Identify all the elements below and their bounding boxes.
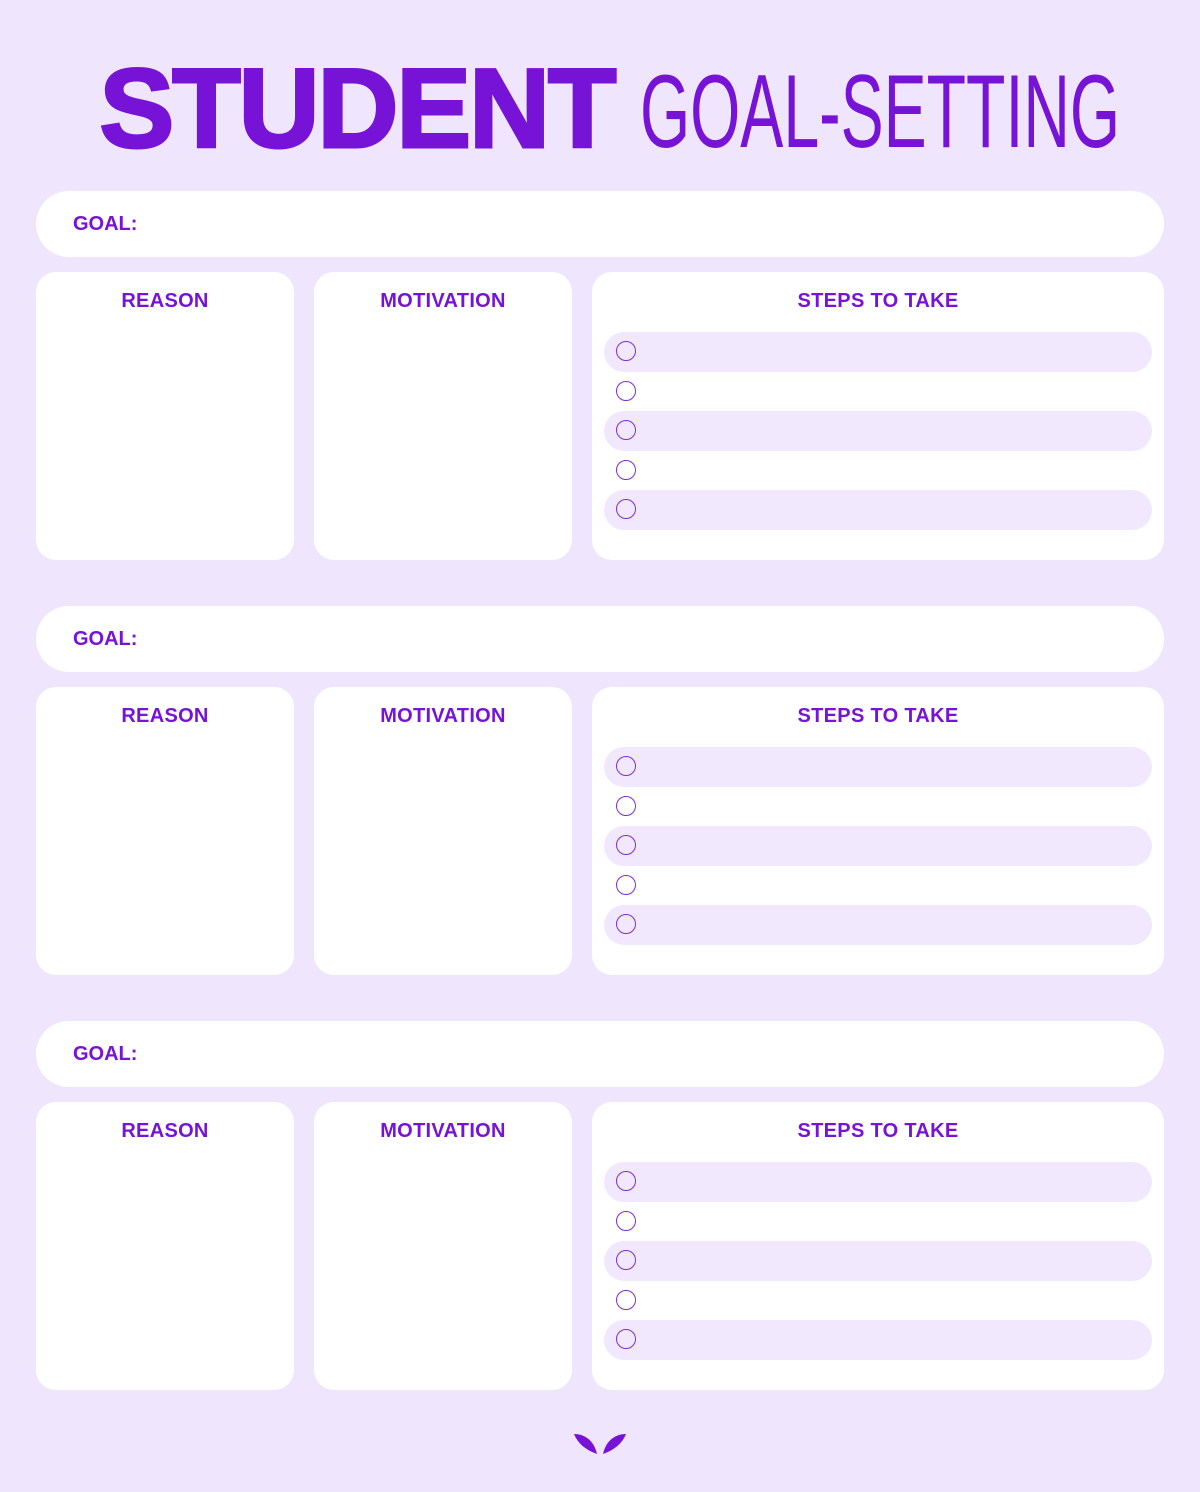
step-checkbox[interactable] [616, 795, 636, 816]
step-row[interactable] [604, 1202, 1152, 1242]
steps-box: STEPS TO TAKE [592, 687, 1164, 975]
steps-box: STEPS TO TAKE [592, 272, 1164, 560]
reason-heading: REASON [121, 290, 209, 312]
step-checkbox[interactable] [616, 835, 636, 855]
goal-label: GOAL: [73, 213, 138, 235]
step-checkbox[interactable] [616, 420, 636, 440]
motivation-heading: MOTIVATION [380, 705, 506, 727]
step-row[interactable] [604, 490, 1152, 530]
steps-list [604, 332, 1152, 530]
step-row[interactable] [604, 1320, 1152, 1360]
step-checkbox[interactable] [616, 380, 636, 401]
goal-field[interactable]: GOAL: [36, 191, 1164, 257]
reason-heading: REASON [121, 705, 209, 727]
steps-heading: STEPS TO TAKE [797, 1120, 959, 1142]
motivation-box[interactable]: MOTIVATION [314, 687, 572, 975]
step-row[interactable] [604, 451, 1152, 491]
reason-heading: REASON [121, 1120, 209, 1142]
step-checkbox[interactable] [616, 914, 636, 934]
step-checkbox[interactable] [616, 341, 636, 361]
step-row[interactable] [604, 1281, 1152, 1321]
step-row[interactable] [604, 747, 1152, 787]
step-checkbox[interactable] [616, 499, 636, 519]
leaf-logo-icon [574, 1434, 626, 1454]
motivation-box[interactable]: MOTIVATION [314, 272, 572, 560]
motivation-box[interactable]: MOTIVATION [314, 1102, 572, 1390]
goal-label: GOAL: [73, 628, 138, 650]
step-checkbox[interactable] [616, 874, 636, 895]
reason-box[interactable]: REASON [36, 1102, 294, 1390]
step-checkbox[interactable] [616, 1210, 636, 1231]
goal-label: GOAL: [73, 1043, 138, 1065]
step-row[interactable] [604, 866, 1152, 906]
step-row[interactable] [604, 411, 1152, 451]
step-row[interactable] [604, 826, 1152, 866]
steps-heading: STEPS TO TAKE [797, 290, 959, 312]
step-row[interactable] [604, 1241, 1152, 1281]
page-title: STUDENT GOAL-SETTING [0, 44, 1200, 173]
steps-list [604, 747, 1152, 945]
step-checkbox[interactable] [616, 1171, 636, 1191]
step-row[interactable] [604, 1162, 1152, 1202]
title-bold: STUDENT [98, 45, 618, 173]
step-checkbox[interactable] [616, 1329, 636, 1349]
motivation-heading: MOTIVATION [380, 290, 506, 312]
title-light: GOAL-SETTING [640, 54, 1121, 170]
motivation-heading: MOTIVATION [380, 1120, 506, 1142]
step-row[interactable] [604, 787, 1152, 827]
step-checkbox[interactable] [616, 1250, 636, 1270]
reason-box[interactable]: REASON [36, 272, 294, 560]
steps-heading: STEPS TO TAKE [797, 705, 959, 727]
step-row[interactable] [604, 372, 1152, 412]
step-row[interactable] [604, 905, 1152, 945]
steps-list [604, 1162, 1152, 1360]
goal-field[interactable]: GOAL: [36, 1021, 1164, 1087]
step-checkbox[interactable] [616, 756, 636, 776]
reason-box[interactable]: REASON [36, 687, 294, 975]
steps-box: STEPS TO TAKE [592, 1102, 1164, 1390]
step-row[interactable] [604, 332, 1152, 372]
step-checkbox[interactable] [616, 459, 636, 480]
goal-field[interactable]: GOAL: [36, 606, 1164, 672]
step-checkbox[interactable] [616, 1289, 636, 1310]
